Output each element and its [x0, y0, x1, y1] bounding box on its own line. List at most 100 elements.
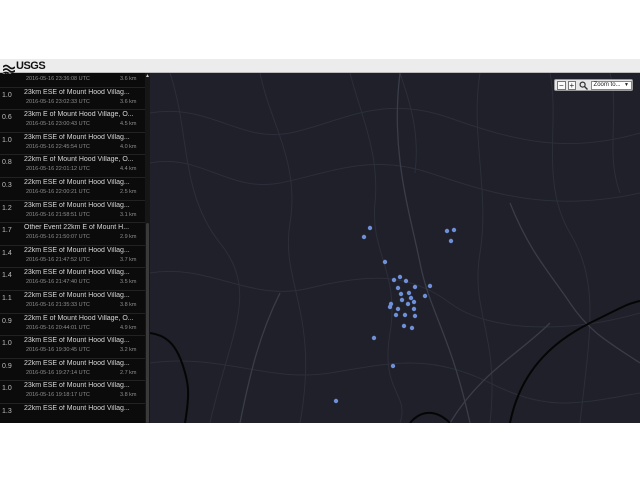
- earthquake-marker[interactable]: [444, 228, 450, 234]
- event-time: 2016-05-16 22:45:54 UTC: [26, 143, 90, 150]
- list-item[interactable]: 1.0 23km ESE of Mount Hood Villag... 2016-…: [0, 88, 145, 111]
- list-item[interactable]: 0.9 22km E of Mount Hood Village, O... 201…: [0, 314, 145, 337]
- event-depth: 2.9 km: [120, 234, 137, 241]
- earthquake-marker[interactable]: [411, 299, 417, 305]
- earthquake-marker[interactable]: [411, 306, 417, 312]
- earthquake-marker[interactable]: [361, 234, 367, 240]
- logo-text: USGS: [16, 60, 46, 72]
- earthquake-marker[interactable]: [367, 225, 373, 231]
- event-depth: 3.6 km: [120, 76, 137, 82]
- event-depth: 3.6 km: [120, 98, 137, 105]
- earthquake-marker[interactable]: [412, 284, 418, 290]
- list-item[interactable]: 0.9 22km ESE of Mount Hood Villag... 2016-…: [0, 359, 145, 382]
- list-item[interactable]: 0.3 22km ESE of Mount Hood Villag... 2016-…: [0, 178, 145, 201]
- earthquake-marker[interactable]: [405, 301, 411, 307]
- event-time: 2016-05-16 23:02:33 UTC: [26, 98, 90, 105]
- event-time: 2016-05-16 20:44:01 UTC: [26, 324, 90, 331]
- event-magnitude: 1.0: [2, 340, 12, 348]
- header-bar: USGS: [0, 59, 640, 76]
- earthquake-marker[interactable]: [391, 277, 397, 283]
- earthquake-marker[interactable]: [398, 291, 404, 297]
- event-title: 22km E of Mount Hood Village, O...: [24, 314, 134, 322]
- list-item[interactable]: 1.1 22km ESE of Mount Hood Villag... 2016-…: [0, 291, 145, 314]
- usgs-logo[interactable]: USGS: [2, 60, 46, 76]
- earthquake-markers[interactable]: [333, 225, 457, 404]
- scrollbar-thumb[interactable]: [146, 223, 149, 423]
- earthquake-marker[interactable]: [402, 312, 408, 318]
- event-magnitude: 0.3: [2, 182, 12, 189]
- event-title: 23km ESE of Mount Hood Villag...: [24, 337, 130, 345]
- event-depth: 4.5 km: [120, 121, 137, 128]
- event-magnitude: 0.6: [2, 114, 12, 122]
- list-item[interactable]: 0.623km ESE of Mount Hood Villag...2016-…: [0, 73, 145, 88]
- zoom-in-button[interactable]: +: [567, 80, 577, 90]
- earthquake-marker[interactable]: [422, 293, 428, 299]
- event-time: 2016-05-16 19:30:45 UTC: [26, 347, 90, 354]
- event-magnitude: 1.0: [2, 91, 12, 99]
- earthquake-marker[interactable]: [333, 398, 339, 404]
- event-magnitude: 1.1: [2, 295, 12, 302]
- event-title: Other Event 22km E of Mount H...: [24, 224, 130, 232]
- earthquake-marker[interactable]: [406, 290, 412, 296]
- event-title: 23km ESE of Mount Hood Villag...: [24, 382, 130, 390]
- roads: [239, 73, 640, 423]
- zoom-out-button[interactable]: −: [557, 80, 566, 90]
- earthquake-marker[interactable]: [412, 313, 418, 319]
- list-item[interactable]: 1.2 23km ESE of Mount Hood Villag... 2016-…: [0, 201, 145, 224]
- event-depth: 3.8 km: [120, 302, 137, 308]
- event-magnitude: 1.2: [2, 204, 12, 212]
- earthquake-marker[interactable]: [403, 278, 409, 284]
- list-item[interactable]: 1.4 22km ESE of Mount Hood Villag... 2016-…: [0, 246, 145, 269]
- event-time: 2016-05-16 21:58:51 UTC: [26, 211, 90, 218]
- event-time: 2016-05-16 23:36:08 UTC: [26, 76, 90, 82]
- search-icon[interactable]: [579, 80, 589, 90]
- earthquake-list[interactable]: 0.6 23km ESE of Mount Hood Villag... 2016-…: [0, 73, 150, 423]
- earthquake-marker[interactable]: [393, 312, 399, 318]
- list-item[interactable]: 1.3 22km ESE of Mount Hood Villag...: [0, 404, 145, 423]
- event-magnitude: 1.0: [2, 385, 12, 393]
- event-depth: 2.5 km: [120, 189, 137, 195]
- event-time: 2016-05-16 21:35:33 UTC: [26, 302, 90, 308]
- event-depth: 4.4 km: [120, 166, 137, 173]
- zoom-to-select[interactable]: Zoom to... ▼: [590, 80, 632, 90]
- earthquake-marker[interactable]: [427, 283, 433, 289]
- list-item[interactable]: 0.8 22km E of Mount Hood Village, O... 201…: [0, 155, 145, 178]
- earthquake-marker[interactable]: [371, 335, 377, 341]
- earthquake-marker[interactable]: [397, 274, 403, 280]
- event-time: 2016-05-16 21:47:40 UTC: [26, 279, 90, 286]
- earthquake-marker[interactable]: [387, 304, 393, 310]
- event-depth: 2.7 km: [120, 369, 137, 376]
- earthquake-marker[interactable]: [382, 259, 388, 265]
- list-item[interactable]: 1.7 Other Event 22km E of Mount H... 2016-…: [0, 223, 145, 246]
- event-depth: 3.7 km: [120, 256, 137, 263]
- earthquake-marker[interactable]: [408, 295, 414, 301]
- map-view[interactable]: − + Zoom to... ▼: [150, 73, 640, 423]
- earthquake-marker[interactable]: [451, 227, 457, 233]
- list-item[interactable]: 1.0 23km ESE of Mount Hood Villag... 2016-…: [0, 336, 145, 359]
- earthquake-marker[interactable]: [401, 323, 407, 329]
- terrain-lines: [150, 73, 640, 423]
- event-magnitude: 1.3: [2, 408, 12, 415]
- event-title: 22km ESE of Mount Hood Villag...: [24, 359, 130, 367]
- earthquake-marker[interactable]: [390, 363, 396, 369]
- earthquake-marker[interactable]: [399, 297, 405, 303]
- list-item[interactable]: 0.6 23km E of Mount Hood Village, O... 201…: [0, 110, 145, 133]
- earthquake-marker[interactable]: [395, 285, 401, 291]
- event-title: 22km ESE of Mount Hood Villag...: [24, 405, 130, 412]
- event-depth: 3.1 km: [120, 211, 137, 218]
- list-item[interactable]: 1.0 23km ESE of Mount Hood Villag... 2016-…: [0, 133, 145, 156]
- earthquake-marker[interactable]: [409, 325, 415, 331]
- list-item[interactable]: 1.0 23km ESE of Mount Hood Villag... 2016-…: [0, 381, 145, 404]
- earthquake-marker[interactable]: [448, 238, 454, 244]
- map-canvas[interactable]: [150, 73, 640, 423]
- event-title: 22km ESE of Mount Hood Villag...: [24, 292, 130, 299]
- event-time: 2016-05-16 21:47:52 UTC: [26, 256, 90, 263]
- event-time: 2016-05-16 19:27:14 UTC: [26, 369, 90, 376]
- zoom-to-label: Zoom to...: [593, 81, 621, 88]
- event-title: 22km E of Mount Hood Village, O...: [24, 156, 134, 164]
- event-time: 2016-05-16 22:00:21 UTC: [26, 189, 90, 195]
- list-item[interactable]: 1.4 23km ESE of Mount Hood Villag... 2016-…: [0, 268, 145, 291]
- event-time: 2016-05-16 23:00:43 UTC: [26, 121, 90, 128]
- event-title: 23km ESE of Mount Hood Villag...: [24, 269, 130, 277]
- earthquake-marker[interactable]: [395, 306, 401, 312]
